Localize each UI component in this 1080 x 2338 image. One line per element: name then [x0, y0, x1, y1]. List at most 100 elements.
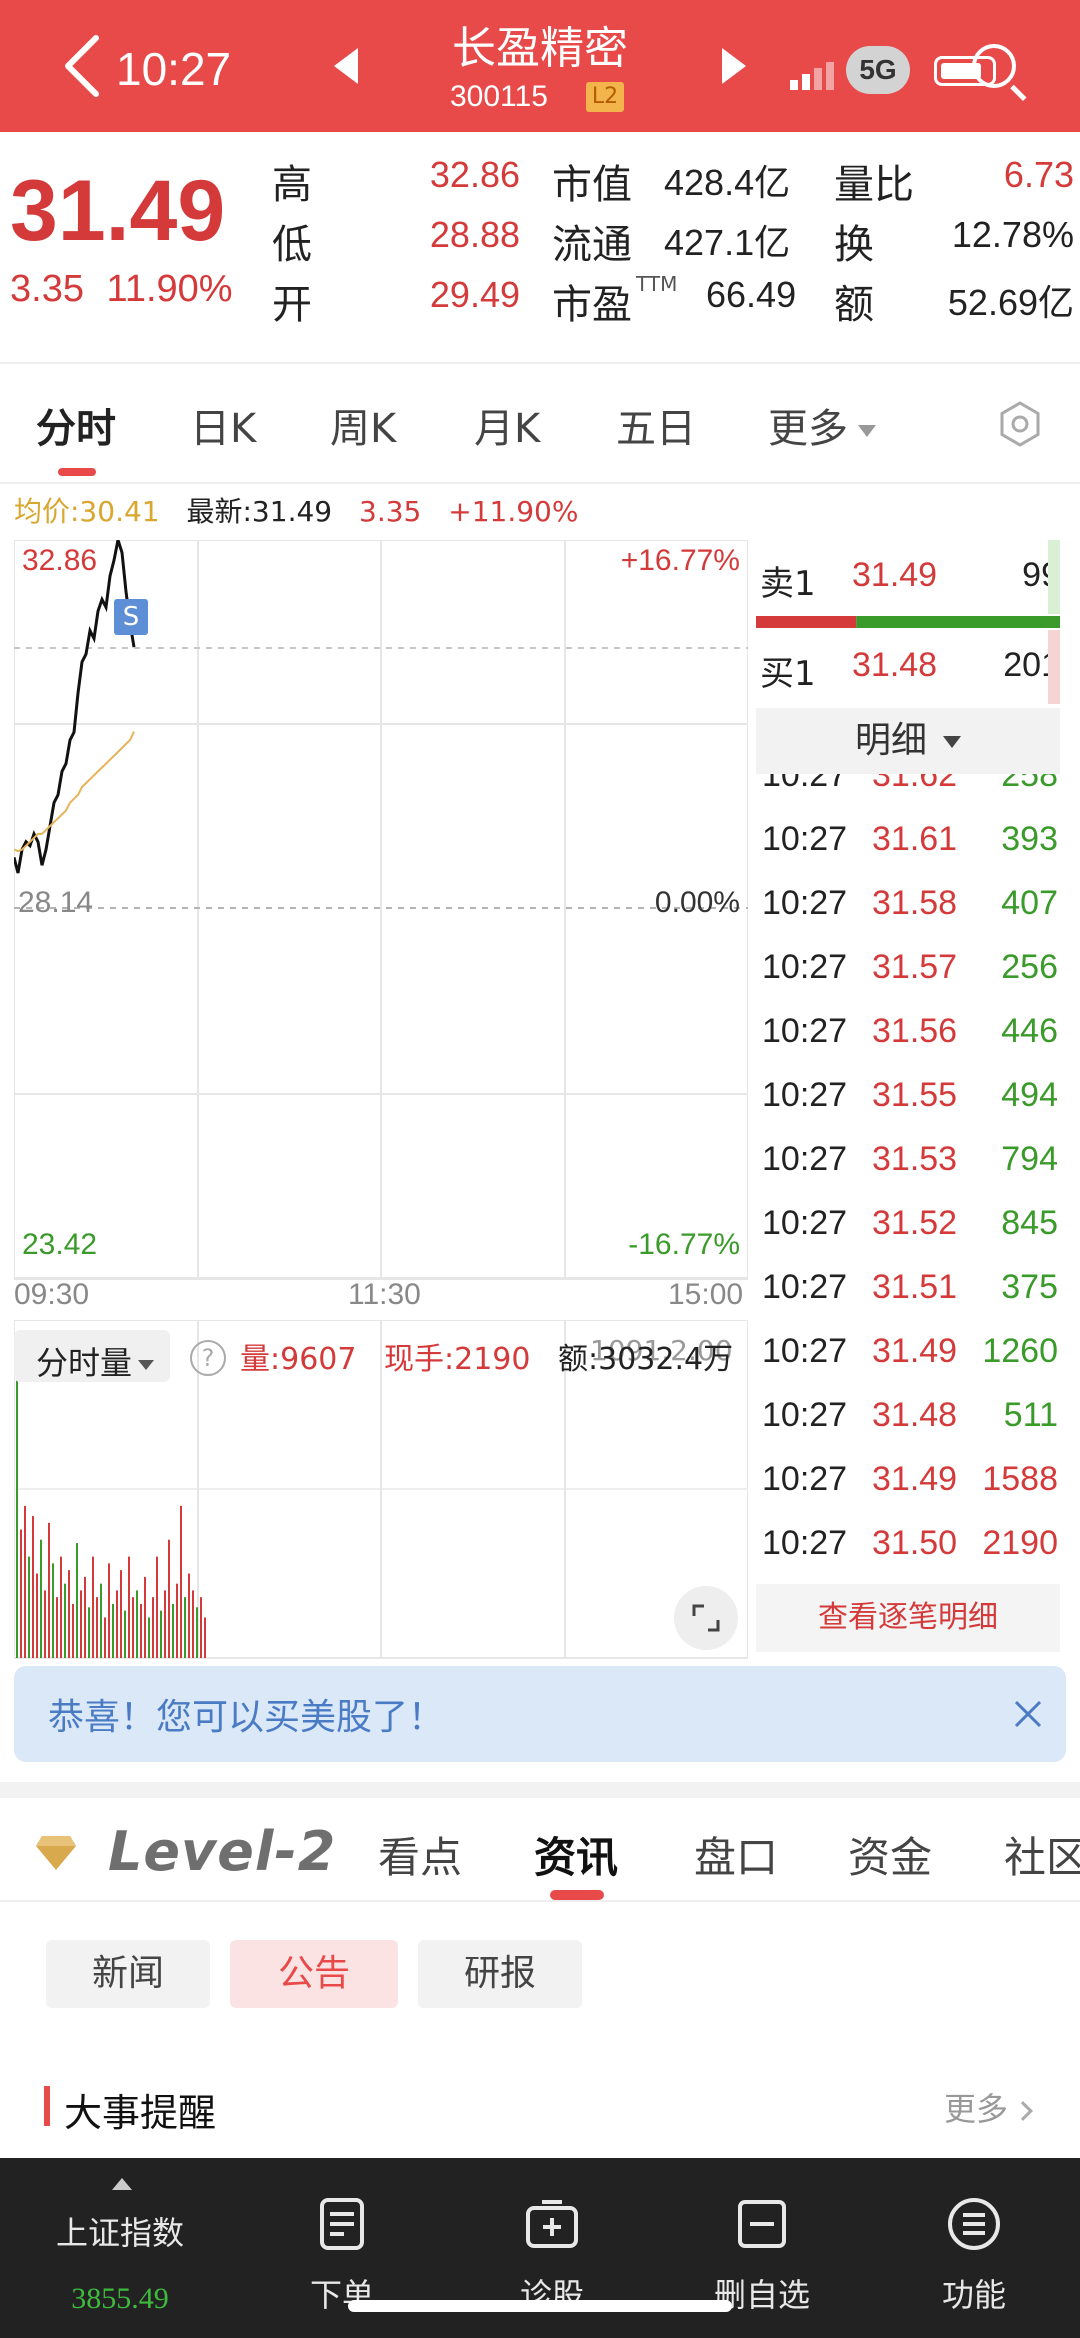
diagnose-icon: [526, 2200, 578, 2248]
volume-bar: [100, 1583, 102, 1658]
tab-more[interactable]: 更多: [768, 396, 876, 454]
trade-volume: 256: [1001, 948, 1058, 986]
volume-bar: [196, 1607, 198, 1658]
trade-volume: 375: [1001, 1268, 1058, 1306]
trade-row: 10:27 31.53 794: [756, 1140, 1060, 1204]
volume-bar: [124, 1610, 126, 1658]
trade-time: 10:27: [762, 948, 848, 986]
tab-indicator: [58, 468, 96, 476]
pct-base-label: 0.00%: [654, 886, 740, 919]
help-icon[interactable]: ?: [190, 1340, 226, 1376]
tab-intraday[interactable]: 分时: [36, 396, 116, 454]
buy1-row[interactable]: 买1 31.48 201: [756, 630, 1060, 704]
diamond-icon: [36, 1836, 76, 1870]
buy1-label: 买1: [760, 654, 816, 694]
chip-research[interactable]: 研报: [418, 1940, 582, 2008]
volume-bar: [180, 1505, 182, 1658]
market-cap-label: 市值: [552, 162, 632, 208]
tab-community[interactable]: 社区: [1004, 1824, 1080, 1885]
open-value: 29.49: [429, 274, 520, 315]
float-cap-value: 427.1亿: [664, 222, 791, 263]
nav-index-ticker[interactable]: 上证指数 3855.49: [20, 2158, 220, 2338]
view-all-trades-button[interactable]: 查看逐笔明细: [756, 1584, 1060, 1652]
trade-price: 31.61: [872, 820, 958, 858]
nav-functions[interactable]: 功能: [904, 2158, 1044, 2338]
tab-highlights[interactable]: 看点: [378, 1824, 462, 1885]
trade-row: 10:27 31.55 494: [756, 1076, 1060, 1140]
top-bar: 10:27 长盈精密 300115 L2 5G: [0, 0, 1080, 132]
chip-news[interactable]: 新闻: [46, 1940, 210, 2008]
trade-volume: 2190: [982, 1524, 1058, 1562]
trade-time: 10:27: [762, 1396, 848, 1434]
trade-time: 10:27: [762, 1268, 848, 1306]
trade-detail-label: 明细: [854, 720, 927, 761]
sell1-row[interactable]: 卖1 31.49 99: [756, 540, 1060, 614]
trade-time: 10:27: [762, 1332, 848, 1370]
next-stock-icon[interactable]: [722, 48, 746, 84]
intraday-chart[interactable]: 32.86 +16.77% 28.14 0.00% 23.42 -16.77% …: [12, 539, 749, 1281]
tab-five-day[interactable]: 五日: [616, 396, 696, 454]
tab-news[interactable]: 资讯: [534, 1824, 618, 1885]
search-icon[interactable]: [972, 44, 1016, 88]
volume-bar: [156, 1556, 158, 1658]
chart-tabs: 分时 日K 周K 月K 五日 更多: [0, 364, 1080, 484]
intraday-chart-svg: [12, 539, 749, 1281]
amount-value: 52.69亿: [947, 282, 1074, 323]
trade-row: 10:27 31.58 407: [756, 884, 1060, 948]
trade-price: 31.49: [872, 1332, 958, 1370]
index-name: 上证指数: [55, 2214, 184, 2252]
chart-settings-icon[interactable]: [996, 400, 1044, 448]
price-change-pct: 11.90%: [106, 268, 233, 310]
volume-bar: [60, 1556, 62, 1658]
info-section-tabs: Level-2 看点 资讯 盘口 资金 社区: [0, 1798, 1080, 1902]
volume-bar: [120, 1570, 122, 1658]
time-label-mid: 11:30: [348, 1278, 421, 1311]
tab-daily-k[interactable]: 日K: [190, 396, 256, 454]
tab-monthly-k[interactable]: 月K: [474, 396, 540, 454]
menu-icon: [948, 2198, 1000, 2250]
section-title-marker: [44, 2086, 50, 2126]
trade-detail-dropdown[interactable]: 明细: [756, 708, 1060, 774]
banner-text: 恭喜！您可以买美股了！: [48, 1697, 445, 1738]
section-more-label: 更多: [944, 2090, 1009, 2128]
tab-capital[interactable]: 资金: [848, 1824, 932, 1885]
trade-row: 10:27 31.49 1260: [756, 1332, 1060, 1396]
sell1-depth-bar: [1048, 540, 1060, 614]
remove-watchlist-icon: [738, 2200, 786, 2248]
volume-bar: [184, 1597, 186, 1658]
volume-bar: [96, 1597, 98, 1658]
chevron-down-icon: [943, 736, 961, 748]
latest-change-pct: +11.90%: [448, 495, 579, 528]
volume-bar: [188, 1573, 190, 1658]
volume-bar: [24, 1505, 26, 1658]
trade-time: 10:27: [762, 1076, 848, 1114]
level2-tab[interactable]: Level-2: [108, 1820, 336, 1883]
price-line: [12, 539, 136, 874]
avg-price-line: [13, 731, 135, 853]
promo-banner[interactable]: 恭喜！您可以买美股了！: [14, 1666, 1066, 1762]
chip-announcements[interactable]: 公告: [230, 1940, 398, 2008]
l2-badge: L2: [586, 82, 624, 112]
trade-time: 10:27: [762, 1460, 848, 1498]
tab-orderbook[interactable]: 盘口: [694, 1824, 778, 1885]
order-icon: [320, 2198, 364, 2250]
index-value: 3855.49: [71, 2282, 169, 2315]
fullscreen-button[interactable]: [674, 1586, 738, 1650]
open-label: 开: [272, 282, 312, 328]
section-title: 大事提醒: [64, 2091, 217, 2135]
tab-weekly-k[interactable]: 周K: [330, 396, 396, 454]
sell-signal-marker[interactable]: S: [114, 599, 148, 636]
close-icon[interactable]: [1010, 1696, 1046, 1732]
volume-bar: [160, 1610, 162, 1658]
trade-list[interactable]: 10:27 31.62 258 10:27 31.61 393 10:27 31.58 407 1…: [756, 774, 1060, 1580]
volume-bar: [28, 1556, 30, 1658]
trade-time: 10:27: [762, 1012, 848, 1050]
price-change-value: 3.35: [10, 268, 84, 310]
current-price: 31.49: [10, 163, 226, 259]
trade-price: 31.51: [872, 1268, 958, 1306]
trade-time: 10:27: [762, 1524, 848, 1562]
volume-indicator-dropdown[interactable]: 分时量: [14, 1330, 170, 1382]
trade-volume: 1588: [982, 1460, 1058, 1498]
section-more-link[interactable]: 更多: [944, 2084, 1033, 2130]
volume-bar: [20, 1529, 22, 1658]
